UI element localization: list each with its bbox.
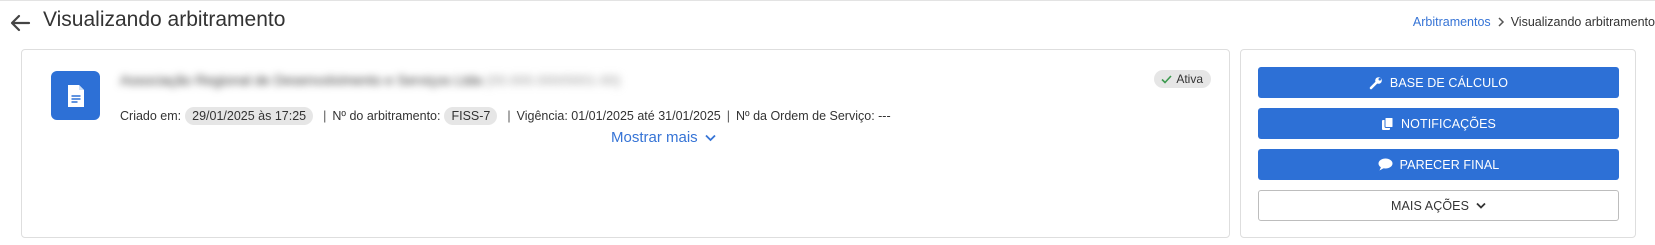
status-label: Ativa bbox=[1176, 72, 1203, 86]
arbitramento-number-badge: FISS-7 bbox=[444, 107, 498, 125]
copy-icon bbox=[1381, 116, 1394, 131]
page-title: Visualizando arbitramento bbox=[43, 8, 286, 31]
document-icon bbox=[51, 71, 100, 120]
arrow-left-icon bbox=[10, 14, 31, 32]
service-order-text: Nº da Ordem de Serviço: --- bbox=[736, 109, 891, 123]
wrench-icon bbox=[1369, 76, 1383, 90]
parecer-final-label: PARECER FINAL bbox=[1399, 157, 1500, 172]
separator: | bbox=[323, 109, 327, 123]
breadcrumb-link-arbitramentos[interactable]: Arbitramentos bbox=[1413, 15, 1491, 29]
top-divider bbox=[0, 0, 1655, 1]
created-date-badge: 29/01/2025 às 17:25 bbox=[185, 107, 314, 125]
actions-card: BASE DE CÁLCULO NOTIFICAÇÕES PARECER FIN… bbox=[1240, 49, 1636, 238]
status-badge: Ativa bbox=[1154, 70, 1211, 88]
notificacoes-button[interactable]: NOTIFICAÇÕES bbox=[1258, 108, 1619, 139]
metadata-row: Criado em: 29/01/2025 às 17:25 | Nº do a… bbox=[120, 107, 891, 125]
base-calculo-button[interactable]: BASE DE CÁLCULO bbox=[1258, 67, 1619, 98]
show-more-label: Mostrar mais bbox=[611, 129, 698, 146]
entity-document-number: (00.000.000/0001-00) bbox=[485, 72, 621, 88]
separator: | bbox=[726, 109, 731, 123]
arbitramento-info-card: Associação Regional de Desenvolvimento e… bbox=[21, 49, 1230, 238]
mais-acoes-button[interactable]: MAIS AÇÕES bbox=[1258, 190, 1619, 221]
chevron-down-icon bbox=[705, 134, 716, 141]
mais-acoes-label: MAIS AÇÕES bbox=[1390, 198, 1470, 213]
base-calculo-label: BASE DE CÁLCULO bbox=[1389, 75, 1509, 90]
chevron-right-icon bbox=[1497, 17, 1505, 27]
entity-name-text: Associação Regional de Desenvolvimento e… bbox=[120, 72, 482, 88]
validity-text: Vigência: 01/01/2025 até 31/01/2025 bbox=[516, 109, 721, 123]
show-more-link[interactable]: Mostrar mais bbox=[611, 129, 716, 146]
parecer-final-button[interactable]: PARECER FINAL bbox=[1258, 149, 1619, 180]
breadcrumb: Arbitramentos Visualizando arbitramento bbox=[1413, 15, 1655, 29]
notificacoes-label: NOTIFICAÇÕES bbox=[1401, 116, 1496, 131]
chevron-down-icon bbox=[1476, 202, 1486, 209]
entity-name: Associação Regional de Desenvolvimento e… bbox=[120, 72, 750, 92]
separator: | bbox=[507, 109, 511, 123]
created-label: Criado em: bbox=[120, 109, 182, 123]
check-icon bbox=[1161, 74, 1172, 84]
comment-icon bbox=[1378, 158, 1393, 171]
breadcrumb-current: Visualizando arbitramento bbox=[1510, 15, 1655, 29]
back-button[interactable] bbox=[8, 10, 34, 36]
number-label: Nº do arbitramento: bbox=[332, 109, 441, 123]
